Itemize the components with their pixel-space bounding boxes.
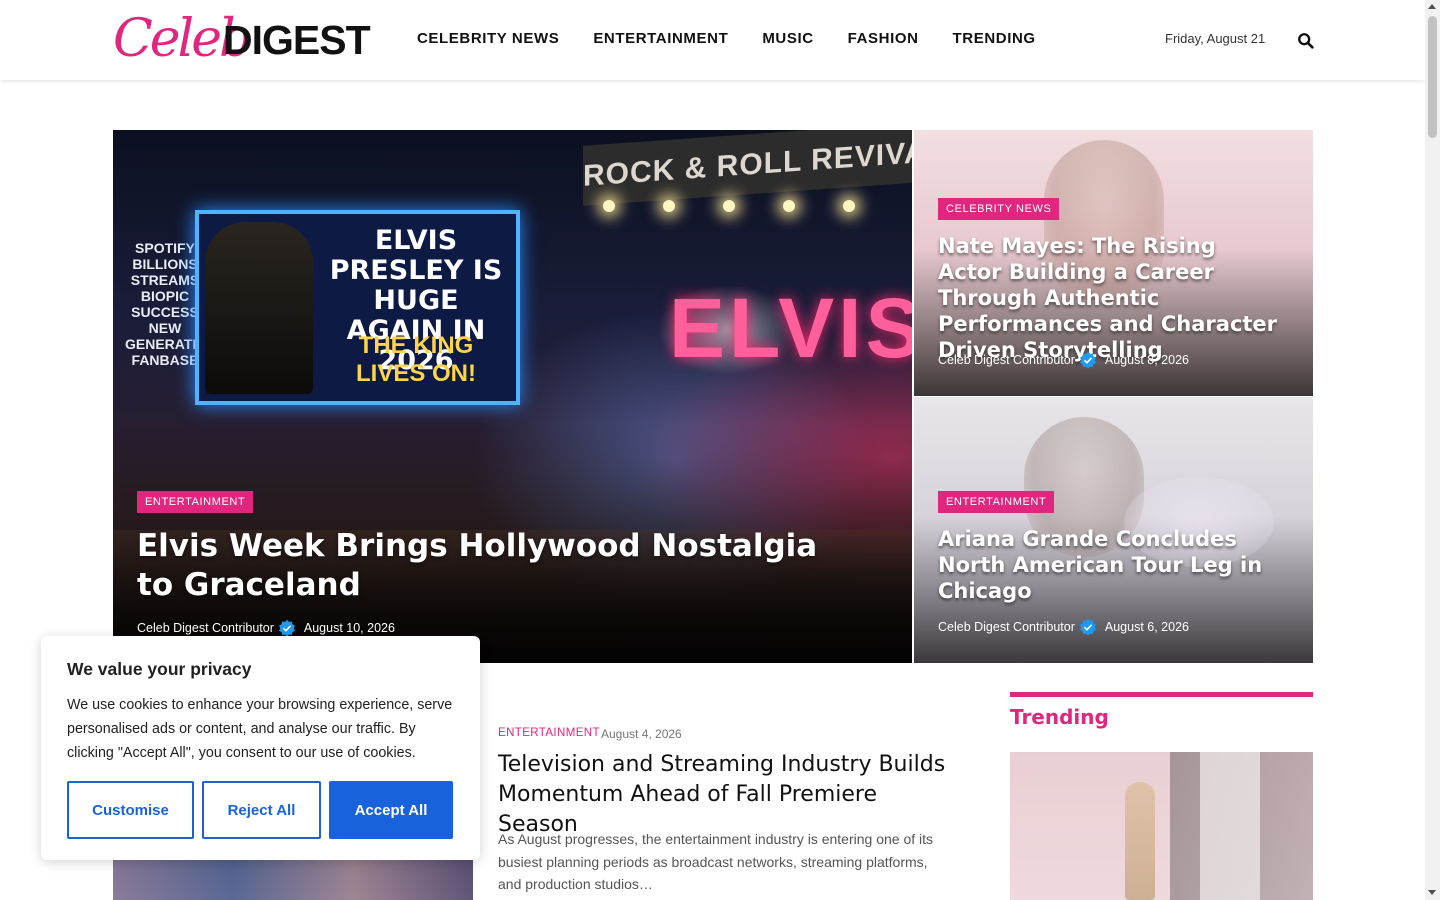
main-nav: CELEBRITY NEWS ENTERTAINMENT MUSIC FASHI… [417,28,1036,50]
nav-trending[interactable]: TRENDING [953,28,1036,50]
hero-side-2-category[interactable]: ENTERTAINMENT [938,491,1055,513]
author-name[interactable]: Celeb Digest Contributor [938,353,1075,367]
hero-side-1-title[interactable]: Nate Mayes: The Rising Actor Building a … [938,233,1278,363]
hero-main-card[interactable]: ROCK & ROLL REVIVAL 202 SPOTIFY BILLIONS… [113,130,912,663]
hero-image-banner: ROCK & ROLL REVIVAL 202 [583,130,912,206]
verified-badge-icon [278,619,295,637]
hero-side-card-1[interactable]: CELEBRITY NEWS Nate Mayes: The Rising Ac… [914,130,1313,396]
cookie-heading: We value your privacy [67,659,252,679]
scroll-thumb[interactable] [1428,16,1437,138]
hero-side-card-2[interactable]: ENTERTAINMENT Ariana Grande Concludes No… [914,397,1313,663]
cookie-body: We use cookies to enhance your browsing … [67,697,453,761]
scroll-up-arrow-icon[interactable] [1428,4,1436,9]
hero-side-2-title[interactable]: Ariana Grande Concludes North American T… [938,526,1278,604]
nav-celebrity-news[interactable]: CELEBRITY NEWS [417,28,559,50]
header-date: Friday, August 21 [1165,31,1266,46]
verified-badge-icon [1079,351,1096,369]
logo-digest: DIGEST [223,17,371,63]
accept-all-button[interactable]: Accept All [329,781,453,839]
verified-badge-icon [1079,618,1096,636]
hero-image-neon-sign: ELVIS [669,281,912,375]
stage-lights [593,200,893,220]
site-logo[interactable]: Celeb DIGEST [113,10,371,68]
hero-image-portrait [205,222,313,394]
article-title[interactable]: Television and Streaming Industry Builds… [498,750,948,840]
hero-image-screen: ELVIS PRESLEY IS HUGE AGAIN IN 2026 THE … [195,210,520,405]
trending-accent-bar [1010,692,1313,697]
nav-music[interactable]: MUSIC [762,28,813,50]
hero-side-1-category[interactable]: CELEBRITY NEWS [938,198,1060,220]
article-date: August 4, 2026 [601,727,682,741]
trending-thumbnail-shirt [1200,752,1260,900]
post-date: August 10, 2026 [303,621,395,635]
customise-button[interactable]: Customise [67,781,194,839]
hero-image-banner-text: ROCK & ROLL REVIVAL 202 [583,130,912,193]
hero-image-side-text: SPOTIFY BILLIONS STREAMS BIOPIC SUCCESS … [125,240,218,368]
search-icon[interactable] [1297,32,1315,50]
hero-main-title[interactable]: Elvis Week Brings Hollywood Nostalgia to… [137,527,857,605]
trending-thumbnail-statuette [1125,782,1155,900]
author-name[interactable]: Celeb Digest Contributor [938,620,1075,634]
nav-entertainment[interactable]: ENTERTAINMENT [593,28,728,50]
hero-main-meta: Celeb Digest Contributor August 10, 2026 [137,619,395,637]
trending-heading: Trending [1010,705,1109,729]
post-date: August 6, 2026 [1104,620,1189,634]
trending-thumbnail[interactable] [1010,752,1313,900]
page-scrollbar[interactable] [1425,0,1440,900]
hero-side-2-meta: Celeb Digest Contributor August 6, 2026 [938,618,1189,636]
nav-fashion[interactable]: FASHION [848,28,919,50]
cookie-consent-banner: We value your privacy We use cookies to … [41,636,480,860]
hero-main-category[interactable]: ENTERTAINMENT [137,491,254,513]
site-header: Celeb DIGEST CELEBRITY NEWS ENTERTAINMEN… [0,0,1425,80]
article-excerpt: As August progresses, the entertainment … [498,831,934,892]
reject-all-button[interactable]: Reject All [202,781,321,839]
hero-image-screen-tagline: THE KING LIVES ON! [355,332,476,387]
post-date: August 8, 2026 [1104,353,1189,367]
scroll-down-arrow-icon[interactable] [1428,890,1436,895]
author-name[interactable]: Celeb Digest Contributor [137,621,274,635]
article-category[interactable]: ENTERTAINMENT [498,727,600,739]
hero-side-1-meta: Celeb Digest Contributor August 8, 2026 [938,351,1189,369]
